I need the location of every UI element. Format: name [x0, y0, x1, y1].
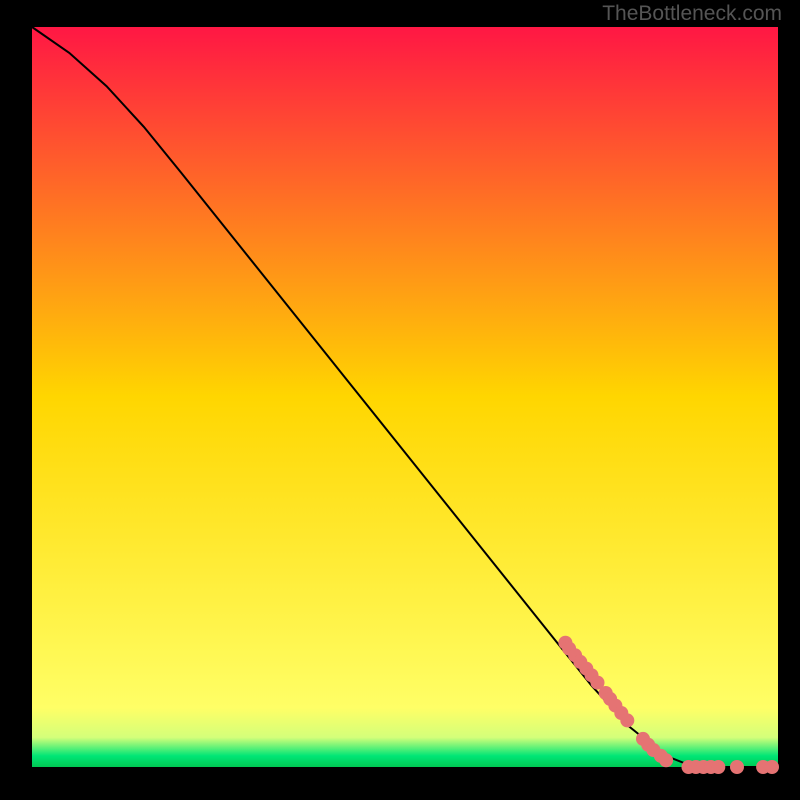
data-marker [620, 713, 634, 727]
chart-container: TheBottleneck.com [0, 0, 800, 800]
watermark-text: TheBottleneck.com [602, 2, 782, 26]
plot-background [32, 27, 778, 767]
data-marker [765, 760, 779, 774]
data-marker [711, 760, 725, 774]
chart-svg [0, 0, 800, 800]
data-marker [659, 753, 673, 767]
data-marker [730, 760, 744, 774]
